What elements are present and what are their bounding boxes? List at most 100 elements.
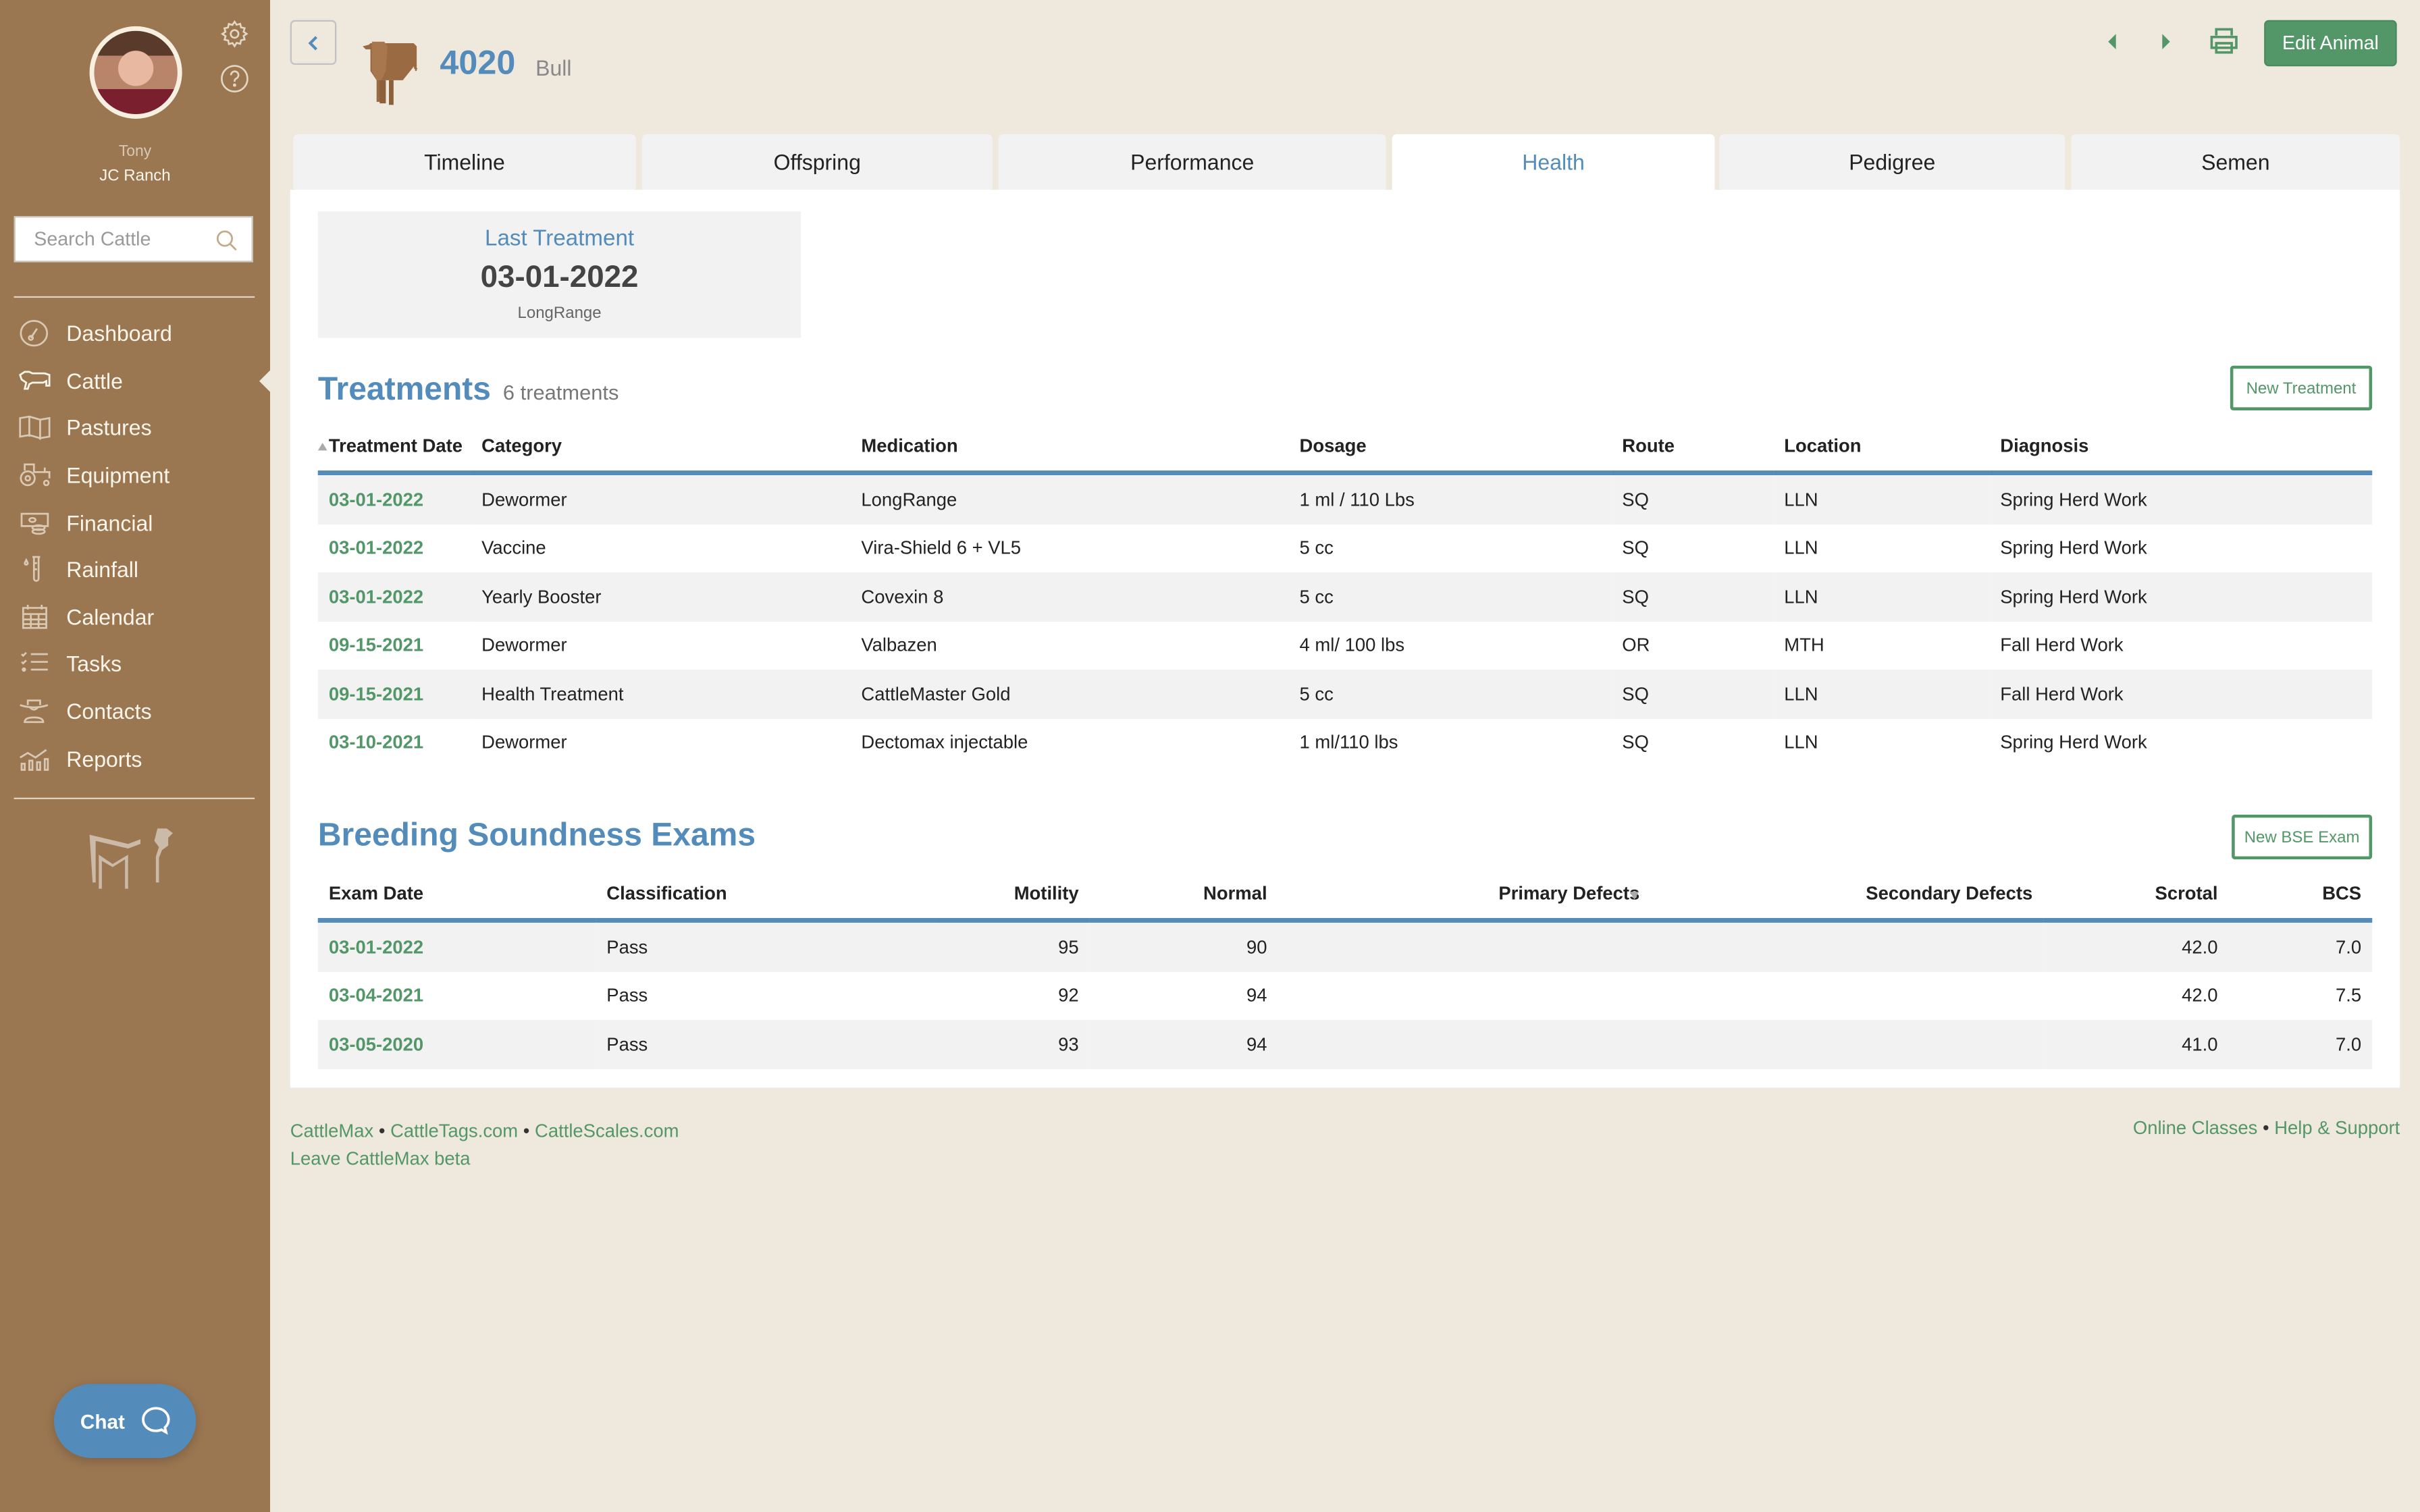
bse-row[interactable]: 03-01-2022 Pass 95 90 42.0 7.0 xyxy=(317,920,2373,971)
cell-date[interactable]: 03-10-2021 xyxy=(318,718,471,767)
footer-link-cattlemax[interactable]: CattleMax xyxy=(290,1120,373,1141)
col-treatment-date[interactable]: Treatment Date xyxy=(317,421,471,475)
bse-row[interactable]: 03-04-2021 Pass 92 94 42.0 7.5 xyxy=(318,971,2372,1020)
sidebar-item-contacts[interactable]: Contacts xyxy=(0,688,270,735)
cell-location: MTH xyxy=(1784,634,1824,656)
col-exam-date[interactable]: Exam Date xyxy=(317,868,596,923)
cell-diagnosis: Fall Herd Work xyxy=(1989,669,2373,718)
new-bse-exam-button[interactable]: New BSE Exam xyxy=(2232,814,2373,860)
sidebar-item-pastures[interactable]: Pastures xyxy=(0,404,270,452)
sidebar-item-label: Equipment xyxy=(66,462,170,488)
tab-timeline[interactable]: Timeline xyxy=(293,134,636,190)
treatment-row[interactable]: 03-01-2022 Dewormer LongRange 1 ml / 110 Lb… xyxy=(317,473,2373,524)
avatar[interactable] xyxy=(89,26,182,119)
cell-primary-defects xyxy=(1278,971,1664,1020)
sidebar-item-cattle[interactable]: Cattle xyxy=(0,357,270,404)
chat-button[interactable]: Chat xyxy=(53,1384,196,1458)
cell-medication: Covexin 8 xyxy=(850,572,1289,621)
col-normal[interactable]: Normal xyxy=(1089,868,1278,923)
search-cattle[interactable] xyxy=(14,215,253,263)
cell-route: SQ xyxy=(1611,473,1774,524)
footer-link-cattletags[interactable]: CattleTags.com xyxy=(390,1120,518,1141)
previous-animal-button[interactable] xyxy=(2102,26,2120,57)
cell-scrotal: 42.0 xyxy=(2043,920,2229,971)
cell-date[interactable]: 09-15-2021 xyxy=(318,621,471,670)
edit-animal-button[interactable]: Edit Animal xyxy=(2264,20,2397,67)
col-classification[interactable]: Classification xyxy=(596,868,936,923)
chart-icon xyxy=(20,748,49,771)
search-icon[interactable] xyxy=(215,228,240,253)
gear-icon[interactable] xyxy=(219,18,251,49)
col-diagnosis[interactable]: Diagnosis xyxy=(1989,421,2373,475)
cell-bcs: 7.0 xyxy=(2228,1019,2373,1069)
tab-semen[interactable]: Semen xyxy=(2071,134,2400,190)
col-motility[interactable]: Motility xyxy=(935,868,1090,923)
sidebar-item-reports[interactable]: Reports xyxy=(0,735,270,782)
cell-route: OR xyxy=(1622,634,1650,656)
cell-category: Health Treatment xyxy=(471,669,851,718)
cattlemax-logo xyxy=(89,828,173,889)
cell-exam-date[interactable]: 03-05-2020 xyxy=(317,1019,596,1069)
cell-date[interactable]: 03-01-2022 xyxy=(317,572,471,621)
col-category[interactable]: Category xyxy=(471,421,851,475)
tractor-icon xyxy=(20,463,51,487)
cell-scrotal: 42.0 xyxy=(2182,984,2218,1006)
col-medication[interactable]: Medication xyxy=(850,421,1289,475)
sidebar-item-dashboard[interactable]: Dashboard xyxy=(0,310,270,357)
tab-performance[interactable]: Performance xyxy=(998,134,1386,190)
col-scrotal[interactable]: Scrotal xyxy=(2043,868,2229,923)
help-support-link[interactable]: Help & Support xyxy=(2274,1117,2400,1139)
print-icon[interactable] xyxy=(2209,28,2240,55)
leave-beta-link[interactable]: Leave CattleMax beta xyxy=(290,1148,471,1170)
bse-table: Exam Date Classification Motility Normal… xyxy=(317,868,2373,1069)
col-primary-defects[interactable]: Primary Defects xyxy=(1278,868,1664,923)
cell-date[interactable]: 03-01-2022 xyxy=(317,473,471,524)
cell-classification: Pass xyxy=(596,920,936,971)
treatment-row[interactable]: 09-15-2021 Health Treatment CattleMaster G… xyxy=(317,669,2373,718)
sidebar-item-rainfall[interactable]: Rainfall xyxy=(0,546,270,593)
cell-dosage: 5 cc xyxy=(1288,669,1612,718)
tab-offspring[interactable]: Offspring xyxy=(641,134,993,190)
cell-exam-date[interactable]: 03-01-2022 xyxy=(317,920,596,971)
cell-primary-defects xyxy=(1278,1019,1664,1069)
cell-motility: 92 xyxy=(1058,984,1079,1006)
last-treatment-card: Last Treatment 03-01-2022 LongRange xyxy=(317,211,801,338)
cell-date[interactable]: 09-15-2021 xyxy=(317,669,471,718)
sidebar-item-label: Calendar xyxy=(66,604,155,630)
footer-link-cattlescales[interactable]: CattleScales.com xyxy=(535,1120,679,1141)
cell-medication: CattleMaster Gold xyxy=(850,669,1289,718)
col-secondary-defects[interactable]: Secondary Defects xyxy=(1663,868,2044,923)
tab-health[interactable]: Health xyxy=(1392,134,1715,190)
col-dosage[interactable]: Dosage xyxy=(1288,421,1612,475)
cell-exam-date[interactable]: 03-04-2021 xyxy=(318,971,596,1020)
online-classes-link[interactable]: Online Classes xyxy=(2133,1117,2257,1139)
help-icon[interactable] xyxy=(219,63,251,94)
sidebar-nav: Dashboard Cattle Pastures Equipment Fina… xyxy=(0,310,270,782)
treatments-table: Treatment Date Category Medication Dosag… xyxy=(317,421,2373,767)
search-input[interactable] xyxy=(30,226,215,252)
cell-bcs: 7.0 xyxy=(2228,920,2373,971)
sidebar-item-financial[interactable]: Financial xyxy=(0,499,270,546)
col-route[interactable]: Route xyxy=(1611,421,1774,475)
bse-row[interactable]: 03-05-2020 Pass 93 94 41.0 7.0 xyxy=(317,1019,2373,1069)
sidebar-item-tasks[interactable]: Tasks xyxy=(0,641,270,688)
cell-location: LLN xyxy=(1784,537,1818,559)
col-bcs[interactable]: BCS xyxy=(2228,868,2373,923)
col-location[interactable]: Location xyxy=(1773,421,1990,475)
sidebar-item-equipment[interactable]: Equipment xyxy=(0,452,270,499)
sidebar-item-calendar[interactable]: Calendar xyxy=(0,593,270,641)
cell-category: Vaccine xyxy=(481,537,546,559)
treatment-row[interactable]: 03-01-2022 Yearly Booster Covexin 85 cc SQ L… xyxy=(317,572,2373,621)
treatment-row[interactable]: 03-01-2022 Vaccine Vira-Shield 6 + VL5 5 cc… xyxy=(318,524,2372,572)
cell-scrotal: 41.0 xyxy=(2043,1019,2229,1069)
cell-category: Yearly Booster xyxy=(471,572,851,621)
treatment-row[interactable]: 03-10-2021 Dewormer Dectomax injectable 1 m… xyxy=(318,718,2372,767)
tab-pedigree[interactable]: Pedigree xyxy=(1719,134,2066,190)
sidebar-divider xyxy=(14,296,255,298)
treatment-row[interactable]: 09-15-2021 Dewormer Valbazen 4 ml/ 100 lbs O… xyxy=(318,621,2372,670)
next-animal-button[interactable] xyxy=(2157,26,2176,57)
new-treatment-button[interactable]: New Treatment xyxy=(2230,365,2373,410)
back-button[interactable] xyxy=(290,20,337,65)
cell-location: LLN xyxy=(1773,473,1990,524)
cell-date[interactable]: 03-01-2022 xyxy=(318,524,471,572)
